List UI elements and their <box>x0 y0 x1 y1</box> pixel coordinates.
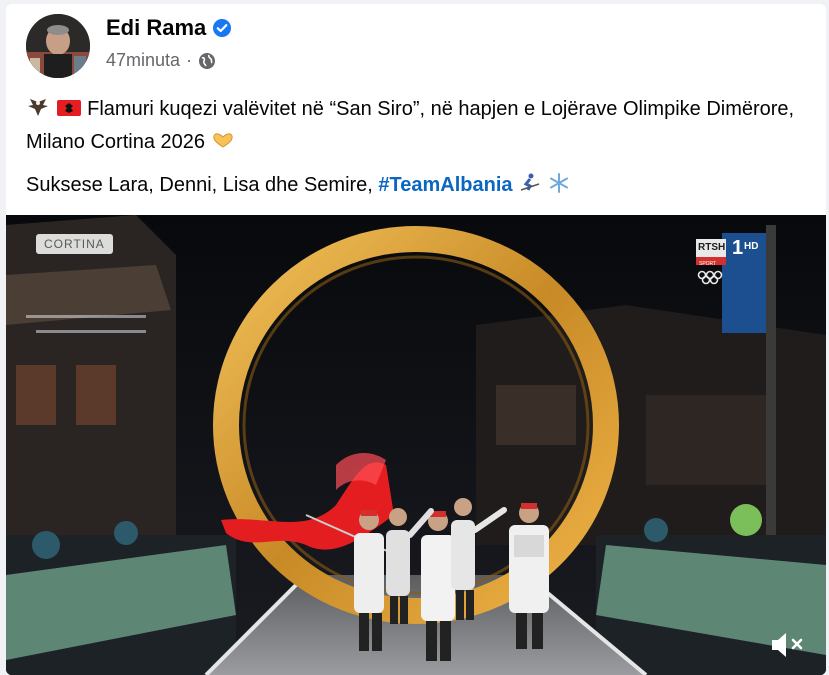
albania-flag-icon <box>56 97 82 127</box>
post-time[interactable]: 47minuta <box>106 50 180 71</box>
verified-badge-icon <box>212 18 232 38</box>
hashtag-link[interactable]: #TeamAlbania <box>378 174 512 196</box>
post-text: Flamuri kuqezi valëvitet në “San Siro”, … <box>26 94 816 203</box>
post-line-2: Suksese Lara, Denni, Lisa dhe Semire, <box>26 174 379 196</box>
meta-separator: · <box>186 50 193 70</box>
channel-hd: HD <box>744 241 759 252</box>
location-label: CORTINA <box>36 234 113 254</box>
author-name-text[interactable]: Edi Rama <box>106 15 206 41</box>
post-meta: 47minuta · <box>106 50 216 71</box>
post-video[interactable]: CORTINA RTSH SPORT 1 HD <box>6 215 826 675</box>
post-header: Edi Rama 47minuta · <box>6 4 826 84</box>
author-name[interactable]: Edi Rama <box>106 15 232 41</box>
globe-icon[interactable] <box>198 52 216 70</box>
speaker-muted-icon[interactable] <box>768 628 808 662</box>
snowflake-icon <box>548 172 570 203</box>
post-line-1: Flamuri kuqezi valëvitet në “San Siro”, … <box>26 98 795 153</box>
skier-icon <box>518 172 542 203</box>
heart-hands-icon <box>211 130 235 160</box>
channel-name: RTSH <box>698 242 726 253</box>
channel-logo: RTSH SPORT 1 HD <box>696 235 764 297</box>
channel-number: 1 <box>732 237 744 259</box>
channel-sub: SPORT <box>699 261 717 267</box>
author-avatar[interactable] <box>26 14 90 78</box>
eagle-emoji-icon <box>26 97 50 127</box>
post-card: Edi Rama 47minuta · Flamuri kuqezi valëv… <box>6 4 826 675</box>
